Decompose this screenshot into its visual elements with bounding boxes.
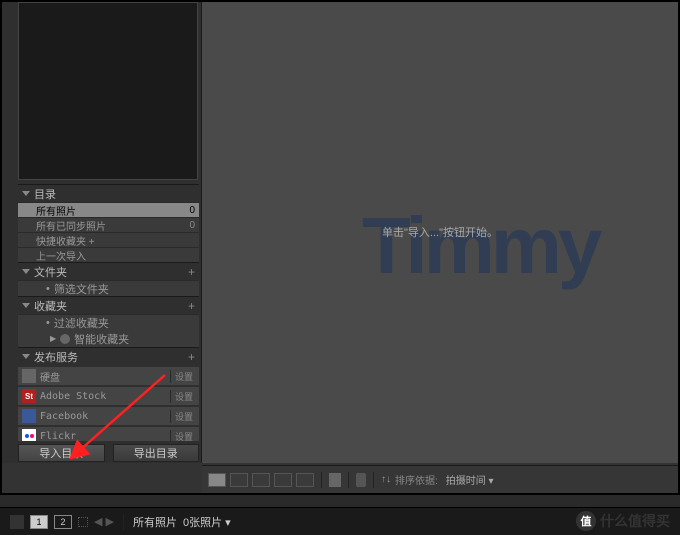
bottom-toolbar: ↑↓ 排序依据: 拍摄时间 ▾ bbox=[202, 465, 678, 493]
preview-navigator[interactable] bbox=[18, 2, 198, 180]
left-panel: 目录 所有照片 0 所有已同步照片 0 快捷收藏夹 + 上一次导入 bbox=[2, 2, 202, 463]
second-monitor-icon[interactable] bbox=[10, 515, 24, 529]
main-content-area: Timmy 单击"导入..."按钮开始。 bbox=[202, 2, 678, 463]
compare-view-button[interactable] bbox=[252, 473, 270, 487]
survey-view-button[interactable] bbox=[274, 473, 292, 487]
catalog-title: 目录 bbox=[34, 186, 195, 202]
loupe-view-button[interactable] bbox=[230, 473, 248, 487]
triangle-down-icon bbox=[22, 191, 30, 196]
setup-button[interactable]: 设置 bbox=[170, 390, 197, 403]
folders-filter[interactable]: • 筛选文件夹 bbox=[18, 280, 199, 296]
publish-service-harddrive[interactable]: 硬盘 设置 bbox=[18, 367, 199, 385]
plus-icon[interactable]: + bbox=[188, 299, 195, 313]
folders-title: 文件夹 bbox=[34, 264, 188, 280]
grid-view-button[interactable] bbox=[208, 473, 226, 487]
triangle-down-icon bbox=[22, 269, 30, 274]
collections-filter[interactable]: • 过滤收藏夹 bbox=[18, 314, 199, 330]
setup-button[interactable]: 设置 bbox=[170, 370, 197, 383]
catalog-item-quick[interactable]: 快捷收藏夹 + bbox=[18, 232, 199, 247]
import-catalog-button[interactable]: 导入目录 bbox=[18, 444, 105, 462]
collections-section-header[interactable]: 收藏夹 + bbox=[18, 296, 199, 314]
folders-section-header[interactable]: 文件夹 + bbox=[18, 262, 199, 280]
publish-service-facebook[interactable]: Facebook 设置 bbox=[18, 407, 199, 425]
filmstrip-source-label[interactable]: 所有照片 bbox=[133, 514, 177, 530]
collections-title: 收藏夹 bbox=[34, 298, 188, 314]
plus-icon[interactable]: + bbox=[188, 350, 195, 364]
publish-section-header[interactable]: 发布服务 + bbox=[18, 347, 199, 365]
grid-icon[interactable] bbox=[78, 517, 88, 527]
window-2-button[interactable]: 2 bbox=[54, 515, 72, 529]
facebook-icon bbox=[22, 409, 36, 423]
publish-title: 发布服务 bbox=[34, 349, 188, 365]
catalog-item-last-import[interactable]: 上一次导入 bbox=[18, 247, 199, 262]
catalog-item-synced[interactable]: 所有已同步照片 0 bbox=[18, 217, 199, 232]
publish-service-flickr[interactable]: Flickr 设置 bbox=[18, 427, 199, 441]
spray-icon[interactable] bbox=[356, 473, 366, 487]
filmstrip-count[interactable]: 0张照片 ▾ bbox=[183, 514, 231, 530]
site-watermark: 值 什么值得买 bbox=[576, 511, 670, 531]
tag-icon[interactable] bbox=[329, 473, 341, 487]
sort-dropdown[interactable]: 拍摄时间 ▾ bbox=[442, 472, 498, 487]
setup-button[interactable]: 设置 bbox=[170, 410, 197, 423]
export-catalog-button[interactable]: 导出目录 bbox=[113, 444, 200, 462]
badge-icon: 值 bbox=[576, 511, 596, 531]
setup-button[interactable]: 设置 bbox=[170, 430, 197, 442]
triangle-down-icon bbox=[22, 354, 30, 359]
import-hint-text: 单击"导入..."按钮开始。 bbox=[202, 224, 678, 240]
publish-service-adobestock[interactable]: St Adobe Stock 设置 bbox=[18, 387, 199, 405]
flickr-icon bbox=[22, 429, 36, 441]
smart-collections[interactable]: ▶ 智能收藏夹 bbox=[18, 330, 199, 347]
adobestock-icon: St bbox=[22, 389, 36, 403]
people-view-button[interactable] bbox=[296, 473, 314, 487]
catalog-item-all-photos[interactable]: 所有照片 0 bbox=[18, 202, 199, 217]
plus-icon[interactable]: + bbox=[188, 265, 195, 279]
triangle-down-icon bbox=[22, 303, 30, 308]
folder-icon bbox=[60, 334, 70, 344]
window-1-button[interactable]: 1 bbox=[30, 515, 48, 529]
sort-label: 排序依据: bbox=[395, 472, 438, 487]
harddrive-icon bbox=[22, 369, 36, 383]
watermark-text: Timmy bbox=[362, 200, 598, 292]
catalog-section-header[interactable]: 目录 bbox=[18, 184, 199, 202]
